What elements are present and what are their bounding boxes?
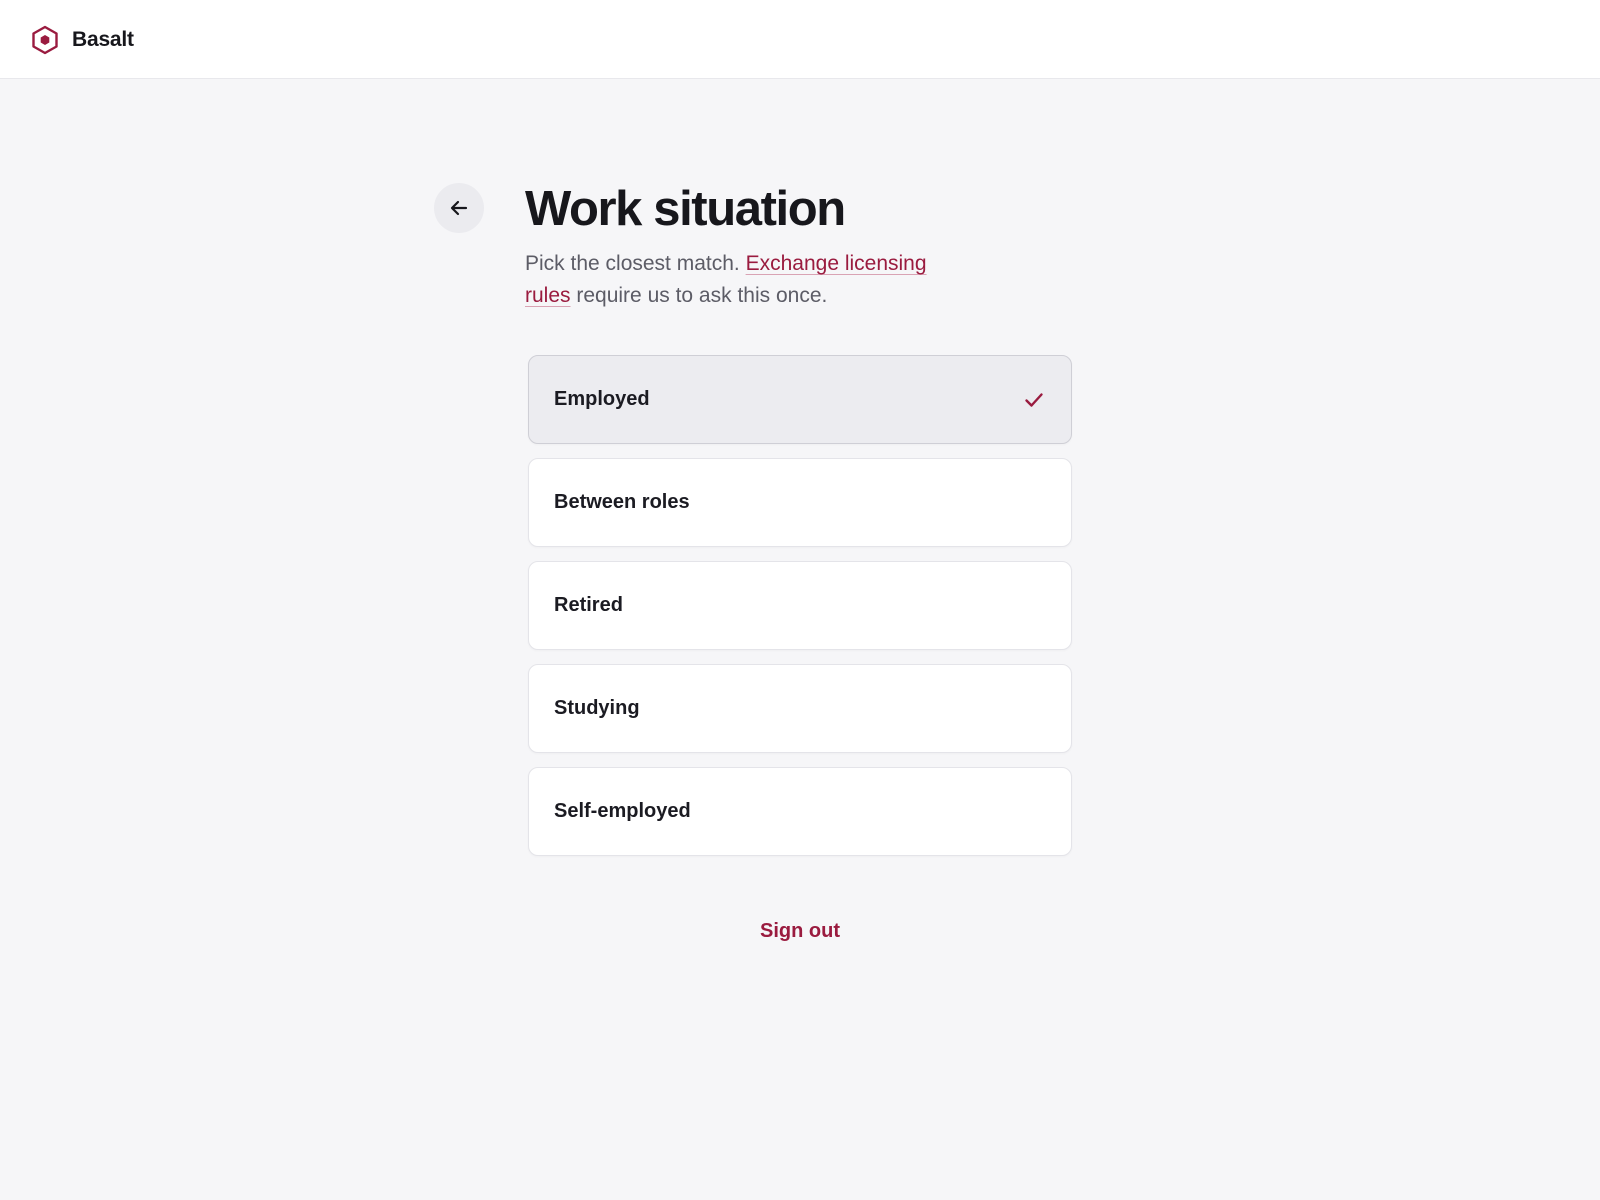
intro-text-before: Pick the closest match.: [525, 252, 746, 275]
intro-text: Pick the closest match. Exchange licensi…: [525, 248, 955, 312]
brand[interactable]: Basalt: [30, 24, 134, 56]
hexagon-logo-icon: [32, 25, 58, 55]
signout-area: Sign out: [0, 920, 1600, 943]
arrow-left-icon: [450, 200, 468, 216]
brand-name: Basalt: [72, 28, 134, 51]
option-between-roles[interactable]: Between roles: [528, 458, 1072, 547]
checkmark-icon: [1025, 392, 1043, 407]
sign-out-link[interactable]: Sign out: [760, 920, 840, 943]
option-label: Studying: [554, 697, 640, 719]
option-label: Retired: [554, 594, 623, 616]
option-employed[interactable]: Employed: [528, 355, 1072, 444]
option-label: Self-employed: [554, 800, 691, 822]
back-button[interactable]: [434, 183, 484, 233]
option-label: Employed: [554, 388, 650, 410]
option-retired[interactable]: Retired: [528, 561, 1072, 650]
page-title: Work situation: [525, 182, 846, 236]
work-situation-options: Employed Between roles Retired Studying Self…: [528, 355, 1072, 870]
option-self-employed[interactable]: Self-employed: [528, 767, 1072, 856]
option-label: Between roles: [554, 491, 690, 513]
option-studying[interactable]: Studying: [528, 664, 1072, 753]
intro-text-after: require us to ask this once.: [570, 284, 828, 307]
top-bar: Basalt: [0, 0, 1600, 79]
